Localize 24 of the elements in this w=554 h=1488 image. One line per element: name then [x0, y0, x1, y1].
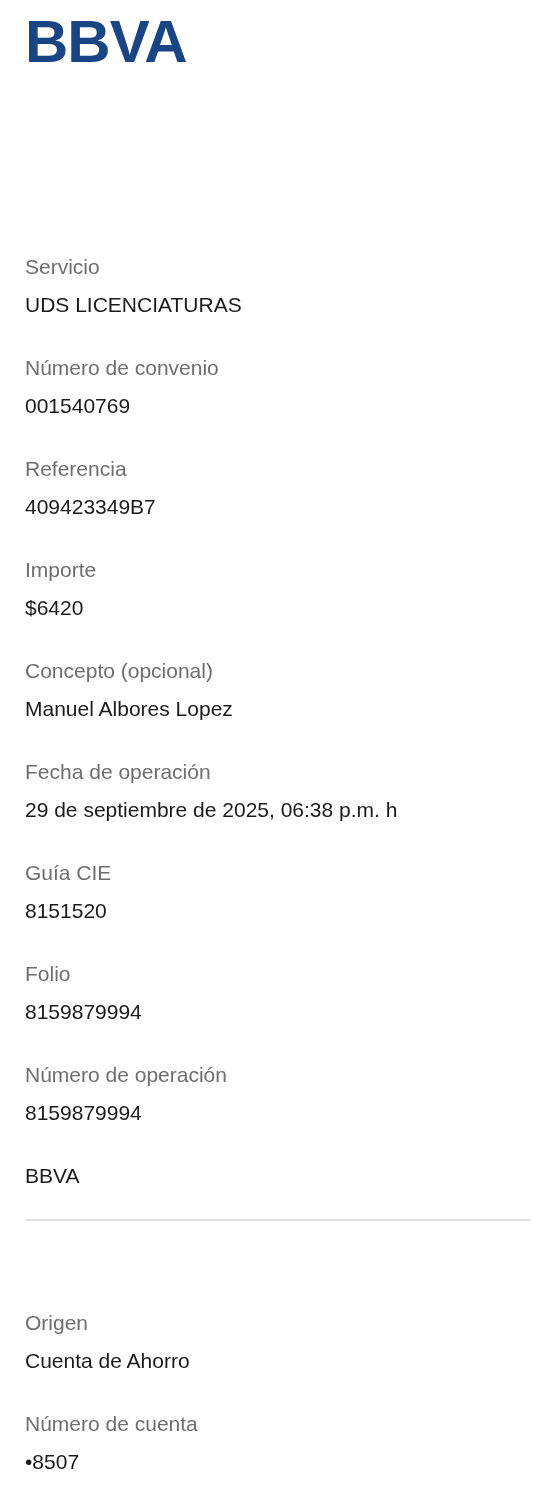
field-value: 001540769 [25, 393, 131, 419]
field-label: Fecha de operación [25, 759, 211, 785]
field-value: 8151520 [25, 898, 107, 924]
field-value: Manuel Albores Lopez [25, 696, 233, 722]
field-value: •8507 [25, 1449, 80, 1475]
field-label: Número de convenio [25, 355, 219, 381]
field-label: Origen [25, 1310, 89, 1336]
field-value: Cuenta de Ahorro [25, 1348, 190, 1374]
field-label: Número de operación [25, 1062, 227, 1088]
field-label: Folio [25, 961, 71, 987]
field-value: BBVA [25, 1163, 80, 1189]
bank-logo: BBVA [25, 10, 187, 74]
field-label: Número de cuenta [25, 1411, 198, 1437]
field-value: 29 de septiembre de 2025, 06:38 p.m. h [25, 797, 398, 823]
field-label: Referencia [25, 456, 127, 482]
field-label: Servicio [25, 254, 100, 280]
field-value: UDS LICENCIATURAS [25, 292, 242, 318]
field-value: 409423349B7 [25, 494, 156, 520]
field-label: Importe [25, 557, 97, 583]
field-value: 8159879994 [25, 999, 142, 1025]
field-value: 8159879994 [25, 1100, 142, 1126]
field-value: $6420 [25, 595, 84, 621]
field-label: Concepto (opcional) [25, 658, 213, 684]
field-label: Guía CIE [25, 860, 112, 886]
